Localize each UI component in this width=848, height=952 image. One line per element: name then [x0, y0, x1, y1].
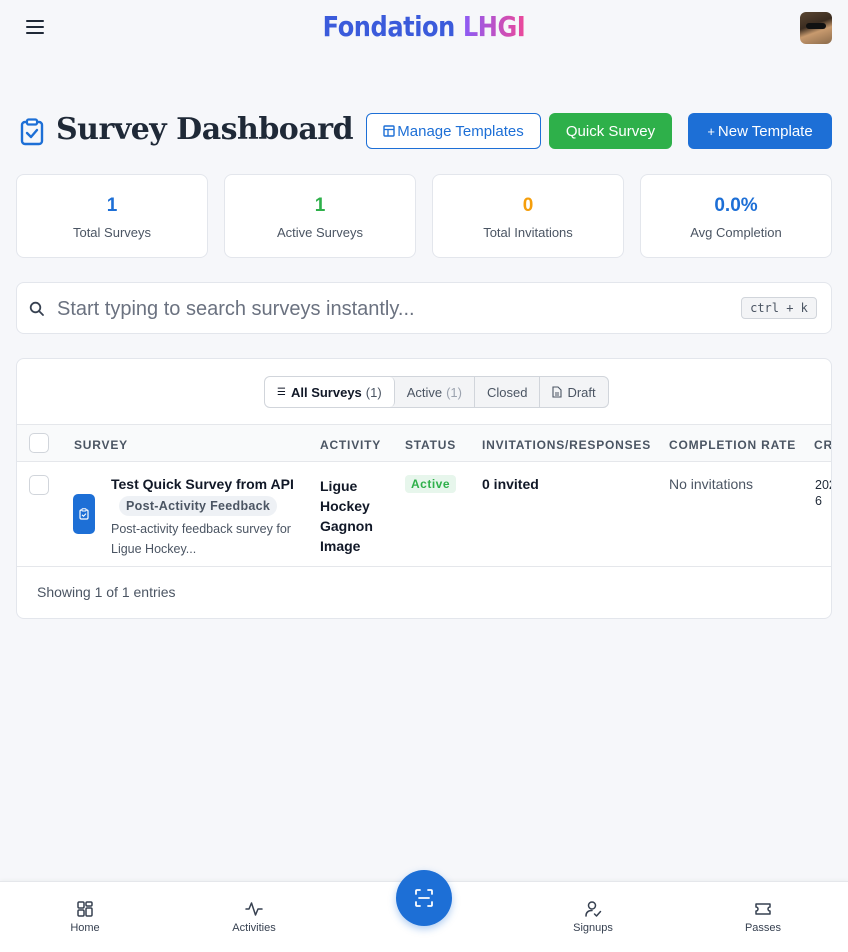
tab-closed[interactable]: Closed [475, 377, 541, 407]
grid-icon [77, 901, 93, 917]
avatar[interactable] [800, 12, 832, 44]
column-header-survey[interactable]: SURVEY [74, 438, 128, 452]
stat-value: 0.0% [714, 195, 758, 216]
keyboard-shortcut-hint: ctrl + k [741, 297, 817, 319]
tab-count: (1) [365, 384, 382, 400]
status-filter-tabs: ☰ All Surveys (1) Active (1) Closed Draf… [264, 376, 609, 408]
tab-all-surveys[interactable]: ☰ All Surveys (1) [265, 377, 395, 407]
stat-value: 1 [314, 195, 326, 216]
user-check-icon [585, 901, 602, 917]
nav-label: Activities [232, 922, 276, 934]
invitations-count: 0 invited [482, 476, 539, 492]
pagination-summary: Showing 1 of 1 entries [37, 584, 176, 600]
select-all-checkbox[interactable] [29, 433, 49, 453]
table-header: SURVEY ACTIVITY STATUS INVITATIONS/RESPO… [17, 424, 831, 462]
stat-active-surveys: 1 Active Surveys [224, 174, 416, 258]
quick-survey-label: Quick Survey [565, 122, 656, 140]
stat-label: Total Surveys [72, 225, 152, 240]
status-badge: Active [405, 475, 457, 493]
column-header-status[interactable]: STATUS [405, 438, 456, 452]
stat-value: 1 [106, 195, 118, 216]
tab-label: All Surveys [290, 384, 362, 400]
search-bar: ctrl + k [16, 282, 832, 334]
tab-count: (1) [446, 384, 462, 400]
survey-description: Post-activity feedback survey for Ligue … [111, 522, 291, 556]
search-icon [29, 301, 44, 316]
top-bar: Fondation LHGI [0, 0, 848, 56]
brand-text: Fondation [322, 10, 463, 43]
clipboard-check-icon [20, 118, 44, 146]
stat-label: Total Invitations [483, 225, 573, 240]
activity-pulse-icon [245, 902, 263, 916]
stat-label: Avg Completion [690, 225, 782, 240]
manage-templates-button[interactable]: Manage Templates [366, 113, 541, 149]
tab-label: Draft [567, 384, 596, 400]
scan-icon [415, 889, 433, 907]
table-row[interactable]: Test Quick Survey from API Post-Activity… [17, 462, 831, 567]
tab-label: Closed [486, 384, 528, 400]
survey-type-badge: Post-Activity Feedback [119, 496, 278, 516]
stat-label: Active Surveys [277, 225, 363, 240]
created-date: 2025-16 [815, 478, 831, 508]
manage-templates-label: Manage Templates [397, 122, 524, 140]
nav-home[interactable]: Home [45, 900, 125, 934]
new-template-label: New Template [717, 122, 813, 140]
nav-activities[interactable]: Activities [214, 900, 294, 934]
nav-label: Passes [744, 922, 782, 934]
scan-button[interactable] [396, 870, 452, 926]
stat-total-invitations: 0 Total Invitations [432, 174, 624, 258]
completion-rate: No invitations [669, 476, 754, 492]
tab-active[interactable]: Active (1) [395, 377, 475, 407]
column-header-created[interactable]: CREAT [814, 438, 831, 452]
quick-survey-button[interactable]: Quick Survey [549, 113, 672, 149]
brand-accent-text: LHGI [462, 10, 526, 43]
hamburger-icon[interactable] [26, 20, 44, 36]
column-header-activity[interactable]: ACTIVITY [320, 438, 381, 452]
list-icon: ☰ [277, 386, 286, 398]
tab-label: Active [406, 384, 443, 400]
nav-signups[interactable]: Signups [553, 900, 633, 934]
nav-label: Signups [573, 922, 613, 934]
nav-passes[interactable]: Passes [723, 900, 803, 934]
file-icon [552, 386, 563, 398]
surveys-table-card: ☰ All Surveys (1) Active (1) Closed Draf… [16, 358, 832, 619]
search-input[interactable] [57, 293, 717, 325]
page-title: Survey Dashboard [56, 112, 354, 147]
new-template-button[interactable]: + New Template [688, 113, 832, 149]
clipboard-icon [73, 494, 95, 534]
row-checkbox[interactable] [29, 475, 49, 495]
ticket-icon [755, 903, 771, 915]
template-icon [383, 125, 395, 137]
stat-avg-completion: 0.0% Avg Completion [640, 174, 832, 258]
brand-logo[interactable]: Fondation LHGI [59, 10, 788, 43]
stat-value: 0 [522, 195, 534, 216]
stat-total-surveys: 1 Total Surveys [16, 174, 208, 258]
tab-draft[interactable]: Draft [540, 377, 607, 407]
plus-icon: + [707, 123, 715, 139]
column-header-invitations[interactable]: INVITATIONS/RESPONSES [482, 438, 651, 452]
activity-name: Ligue Hockey Gagnon Image [320, 478, 373, 554]
column-header-completion-rate[interactable]: COMPLETION RATE [669, 438, 796, 452]
nav-label: Home [70, 922, 100, 934]
survey-title-link[interactable]: Test Quick Survey from API [111, 476, 294, 492]
